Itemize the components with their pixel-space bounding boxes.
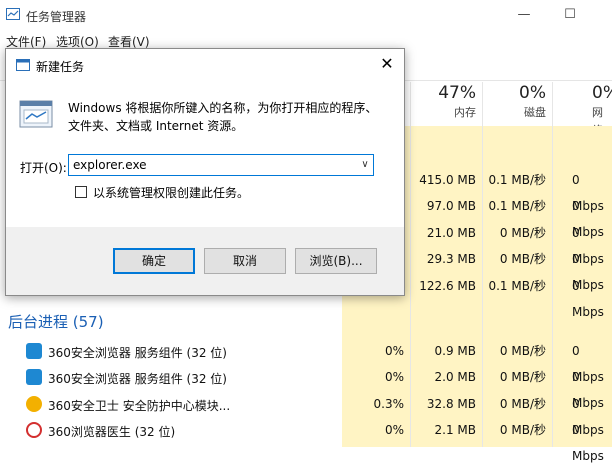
new-task-dialog: 新建任务 ✕ Windows 将根据你所键入的名称，为你打开相应的程序、 文件夹… bbox=[5, 48, 405, 296]
process-memory: 2.0 MB bbox=[434, 370, 476, 384]
process-network: 0 Mbps bbox=[572, 370, 604, 410]
app-row-memory: 97.0 MB bbox=[426, 199, 476, 213]
process-name: 360安全浏览器 服务组件 (32 位) bbox=[48, 346, 227, 360]
app-row-disk: 0 MB/秒 bbox=[499, 226, 546, 240]
app-row-memory: 21.0 MB bbox=[426, 226, 476, 240]
close-icon[interactable]: ✕ bbox=[376, 53, 398, 75]
process-cpu: 0.3% bbox=[373, 397, 405, 411]
app-row-network: 0 Mbps bbox=[572, 199, 604, 239]
app-row-network: 0 Mbps bbox=[572, 252, 604, 292]
process-network: 0 Mbps bbox=[572, 344, 604, 384]
column-header-network[interactable]: 0% 网络 bbox=[556, 82, 612, 137]
run-icon bbox=[16, 59, 30, 71]
table-row[interactable]: 360浏览器医生 (32 位) 0% 2.1 MB 0 MB/秒 0 Mbps bbox=[0, 417, 612, 463]
admin-checkbox-label[interactable]: 以系统管理权限创建此任务。 bbox=[93, 184, 249, 201]
memory-label: 内存 bbox=[454, 106, 476, 119]
process-network: 0 Mbps bbox=[572, 423, 604, 463]
process-name: 360安全浏览器 服务组件 (32 位) bbox=[48, 372, 227, 386]
description-line: 文件夹、文档或 Internet 资源。 bbox=[68, 119, 244, 133]
app-row-memory: 122.6 MB bbox=[419, 279, 476, 293]
table-row[interactable]: 360安全浏览器 服务组件 (32 位) 0% 0.9 MB 0 MB/秒 0 … bbox=[0, 338, 612, 384]
process-name: 360浏览器医生 (32 位) bbox=[48, 425, 176, 439]
process-disk: 0 MB/秒 bbox=[499, 423, 546, 437]
app-row-disk: 0 MB/秒 bbox=[499, 252, 546, 266]
dialog-title: 新建任务 bbox=[36, 60, 85, 74]
table-row[interactable]: 360安全浏览器 服务组件 (32 位) 0% 2.0 MB 0 MB/秒 0 … bbox=[0, 364, 612, 410]
chevron-down-icon[interactable]: ∨ bbox=[358, 157, 372, 173]
description-line: Windows 将根据你所键入的名称，为你打开相应的程序、 bbox=[68, 101, 378, 115]
process-disk: 0 MB/秒 bbox=[499, 370, 546, 384]
app-row-network: 0 Mbps bbox=[572, 279, 604, 319]
process-disk: 0 MB/秒 bbox=[499, 344, 546, 358]
browser-icon bbox=[26, 369, 42, 385]
column-header-disk[interactable]: 0% 磁盘 bbox=[484, 82, 546, 126]
process-cpu: 0% bbox=[384, 423, 404, 437]
process-memory: 32.8 MB bbox=[426, 397, 476, 411]
task-manager-icon bbox=[6, 8, 20, 20]
background-processes-group[interactable]: 后台进程 (57) bbox=[8, 311, 104, 332]
admin-checkbox[interactable] bbox=[75, 186, 87, 198]
process-disk: 0 MB/秒 bbox=[499, 397, 546, 411]
dialog-description: Windows 将根据你所键入的名称，为你打开相应的程序、 文件夹、文档或 In… bbox=[68, 99, 388, 135]
minimize-icon[interactable]: — bbox=[510, 4, 538, 26]
disk-label: 磁盘 bbox=[524, 106, 546, 119]
medic-icon bbox=[26, 422, 42, 438]
process-name: 360安全卫士 安全防护中心模块... bbox=[48, 399, 231, 413]
maximize-icon[interactable]: ☐ bbox=[556, 4, 584, 26]
app-row-disk: 0.1 MB/秒 bbox=[488, 199, 546, 213]
ok-button[interactable]: 确定 bbox=[113, 248, 195, 274]
program-window-icon bbox=[19, 100, 53, 128]
process-memory: 2.1 MB bbox=[434, 423, 476, 437]
browser-icon bbox=[26, 343, 42, 359]
process-cpu: 0% bbox=[384, 344, 404, 358]
network-percent: 0% bbox=[592, 83, 612, 103]
browse-button[interactable]: 浏览(B)... bbox=[295, 248, 377, 274]
process-memory: 0.9 MB bbox=[434, 344, 476, 358]
memory-percent: 47% bbox=[438, 83, 476, 103]
open-label: 打开(O): bbox=[20, 161, 67, 175]
disk-percent: 0% bbox=[519, 83, 546, 103]
process-cpu: 0% bbox=[384, 370, 404, 384]
process-network: 0 Mbps bbox=[572, 397, 604, 437]
open-input[interactable] bbox=[68, 154, 374, 176]
shield-icon bbox=[26, 396, 42, 412]
app-row-disk: 0.1 MB/秒 bbox=[488, 173, 546, 187]
app-row-network: 0 Mbps bbox=[572, 173, 604, 213]
app-row-memory: 415.0 MB bbox=[419, 173, 476, 187]
app-row-network: 0 Mbps bbox=[572, 226, 604, 266]
app-row-disk: 0.1 MB/秒 bbox=[488, 279, 546, 293]
app-row-memory: 29.3 MB bbox=[426, 252, 476, 266]
column-header-memory[interactable]: 47% 内存 bbox=[412, 82, 476, 126]
cancel-button[interactable]: 取消 bbox=[204, 248, 286, 274]
window-title: 任务管理器 bbox=[26, 10, 87, 24]
table-row[interactable]: 360安全卫士 安全防护中心模块... 0.3% 32.8 MB 0 MB/秒 … bbox=[0, 391, 612, 437]
